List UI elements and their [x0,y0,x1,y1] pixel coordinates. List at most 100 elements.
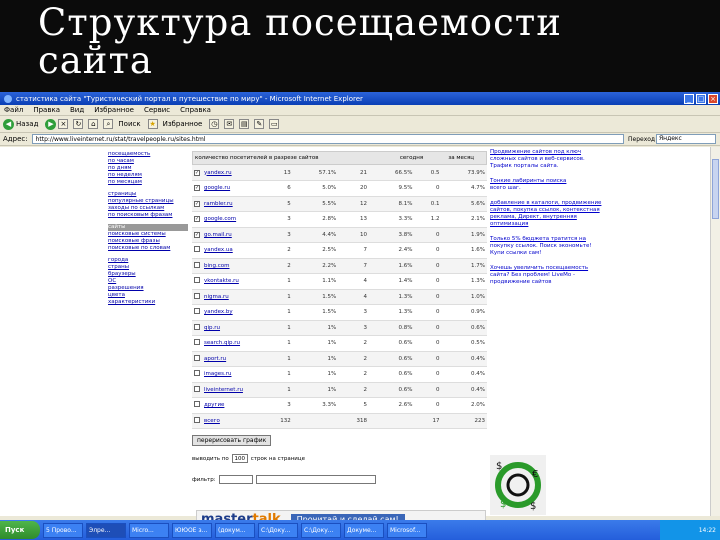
print-icon[interactable]: ▤ [239,119,250,129]
row-checkbox[interactable] [194,292,200,299]
row-checkbox[interactable] [194,246,200,253]
nav-link[interactable]: по поисковым фразам [108,212,188,219]
row-checkbox[interactable] [194,308,200,315]
taskbar-task[interactable]: C:\Доку... [258,522,298,538]
row-checkbox[interactable] [194,370,200,377]
menu-tools[interactable]: Сервис [144,106,170,114]
site-name[interactable]: google.ru [202,180,262,197]
site-name[interactable]: images.ru [202,366,262,383]
row-checkbox[interactable]: ✓ [194,185,200,192]
row-checkbox[interactable] [194,261,200,268]
site-name[interactable]: nigma.ru [202,289,262,305]
nav-link[interactable]: популярные страницы [108,198,188,205]
menu-view[interactable]: Вид [70,106,84,114]
site-name[interactable]: rambler.ru [202,196,262,212]
row-checkbox[interactable] [194,416,200,423]
site-name[interactable]: другие [202,397,262,414]
row-checkbox[interactable] [194,401,200,408]
site-name[interactable]: yandex.ru [202,165,262,181]
nav-link[interactable]: по месяцам [108,179,188,186]
nav-link[interactable]: страницы [108,191,188,198]
redraw-chart-button[interactable]: перерисовать график [192,435,272,446]
ad-title[interactable]: Тонкие лабиринты поиска [490,178,602,185]
vertical-scrollbar[interactable] [710,147,720,516]
ad-title[interactable]: Хочешь увеличить посещаемость [490,265,602,272]
row-checkbox[interactable]: ✓ [194,169,200,176]
nav-link[interactable]: страны [108,264,188,271]
taskbar-task[interactable]: Элре... [86,522,126,538]
row-checkbox[interactable] [194,339,200,346]
site-name[interactable]: bing.com [202,258,262,274]
nav-link[interactable]: разрешения [108,285,188,292]
address-input[interactable]: http://www.liveinternet.ru/stat/travelpe… [31,134,624,144]
history-icon[interactable]: ◷ [209,119,220,129]
filter-input[interactable] [255,475,376,484]
ad-links[interactable]: добавление в каталоги, продвижение сайто… [490,200,602,228]
taskbar-task[interactable]: ЮЮОЕ з... [172,522,212,538]
taskbar-task[interactable]: C:\Доку... [301,522,341,538]
taskbar-task[interactable]: Докуме... [344,522,384,538]
favorites-button[interactable]: ★ Избранное [147,119,202,129]
nav-link[interactable]: сайты [108,224,188,231]
menu-help[interactable]: Справка [180,106,211,114]
scroll-thumb[interactable] [712,159,719,219]
close-button[interactable]: × [708,93,718,104]
taskbar-task[interactable]: 5 Прово... [43,522,83,538]
site-name[interactable]: liveinternet.ru [202,382,262,398]
ad-title[interactable]: Только 5% бюджета тратится на [490,236,602,243]
mail-icon[interactable]: ✉ [224,119,235,129]
yandex-search-input[interactable]: Яндекс [656,134,716,144]
home-icon[interactable]: ⌂ [88,119,99,129]
forward-arrow-icon[interactable]: ▶ [45,118,57,130]
ad-block[interactable]: Тонкие лабиринты поиска всего шаг. [490,178,602,192]
nav-link[interactable]: характеристики [108,299,188,306]
menu-favorites[interactable]: Избранное [94,106,134,114]
col-month[interactable]: за месяц [436,155,486,161]
nav-link[interactable]: поисковые системы [108,231,188,238]
site-name[interactable]: go.mail.ru [202,227,262,243]
nav-link[interactable]: поисковые по словам [108,245,188,252]
row-checkbox[interactable] [194,385,200,392]
ad-block[interactable]: Хочешь увеличить посещаемость сайта? Без… [490,265,602,286]
row-checkbox[interactable]: ✓ [194,200,200,207]
stop-icon[interactable]: × [58,119,69,129]
site-name[interactable]: google.com [202,211,262,228]
row-checkbox[interactable] [194,354,200,361]
folder-icon[interactable]: ▭ [269,119,280,129]
nav-link[interactable]: по неделям [108,172,188,179]
ad-image[interactable]: $ € $ $ [490,455,546,515]
maximize-button[interactable]: □ [696,93,706,104]
refresh-icon[interactable]: ↻ [73,119,84,129]
taskbar-task[interactable]: Microsof... [387,522,427,538]
menu-edit[interactable]: Правка [33,106,60,114]
nav-link[interactable]: поисковые фразы [108,238,188,245]
nav-link[interactable]: по часам [108,158,188,165]
site-name[interactable]: yandex.ua [202,242,262,259]
ad-block[interactable]: Только 5% бюджета тратится на покупку сс… [490,236,602,257]
nav-link[interactable]: ОС [108,278,188,285]
site-name[interactable]: vkontakte.ru [202,273,262,290]
site-name[interactable]: search.qip.ru [202,335,262,352]
site-name[interactable]: всего [202,413,262,429]
nav-link[interactable]: посещаемость [108,151,188,158]
window-titlebar[interactable]: статистика сайта "Туристический портал в… [0,92,720,105]
row-checkbox[interactable]: ✓ [194,216,200,223]
site-name[interactable]: qip.ru [202,320,262,336]
nav-link[interactable]: браузеры [108,271,188,278]
search-button[interactable]: ⌕ Поиск [103,119,141,129]
row-checkbox[interactable] [194,277,200,284]
row-checkbox[interactable]: ✓ [194,231,200,238]
filter-select[interactable] [218,475,253,484]
row-checkbox[interactable] [194,323,200,330]
edit-icon[interactable]: ✎ [254,119,265,129]
back-button[interactable]: ◀ Назад [3,118,38,130]
start-button[interactable]: Пуск [0,521,40,539]
minimize-button[interactable]: _ [684,93,694,104]
perpage-select[interactable]: 100 [231,454,248,463]
ad-title[interactable]: Продвижение сайтов под ключ [490,149,602,156]
nav-link[interactable]: по дням [108,165,188,172]
ad-block[interactable]: Продвижение сайтов под ключ сложных сайт… [490,149,602,170]
nav-link[interactable]: цвета [108,292,188,299]
go-button[interactable]: Переход [628,136,656,143]
taskbar-task[interactable]: (докум... [215,522,255,538]
